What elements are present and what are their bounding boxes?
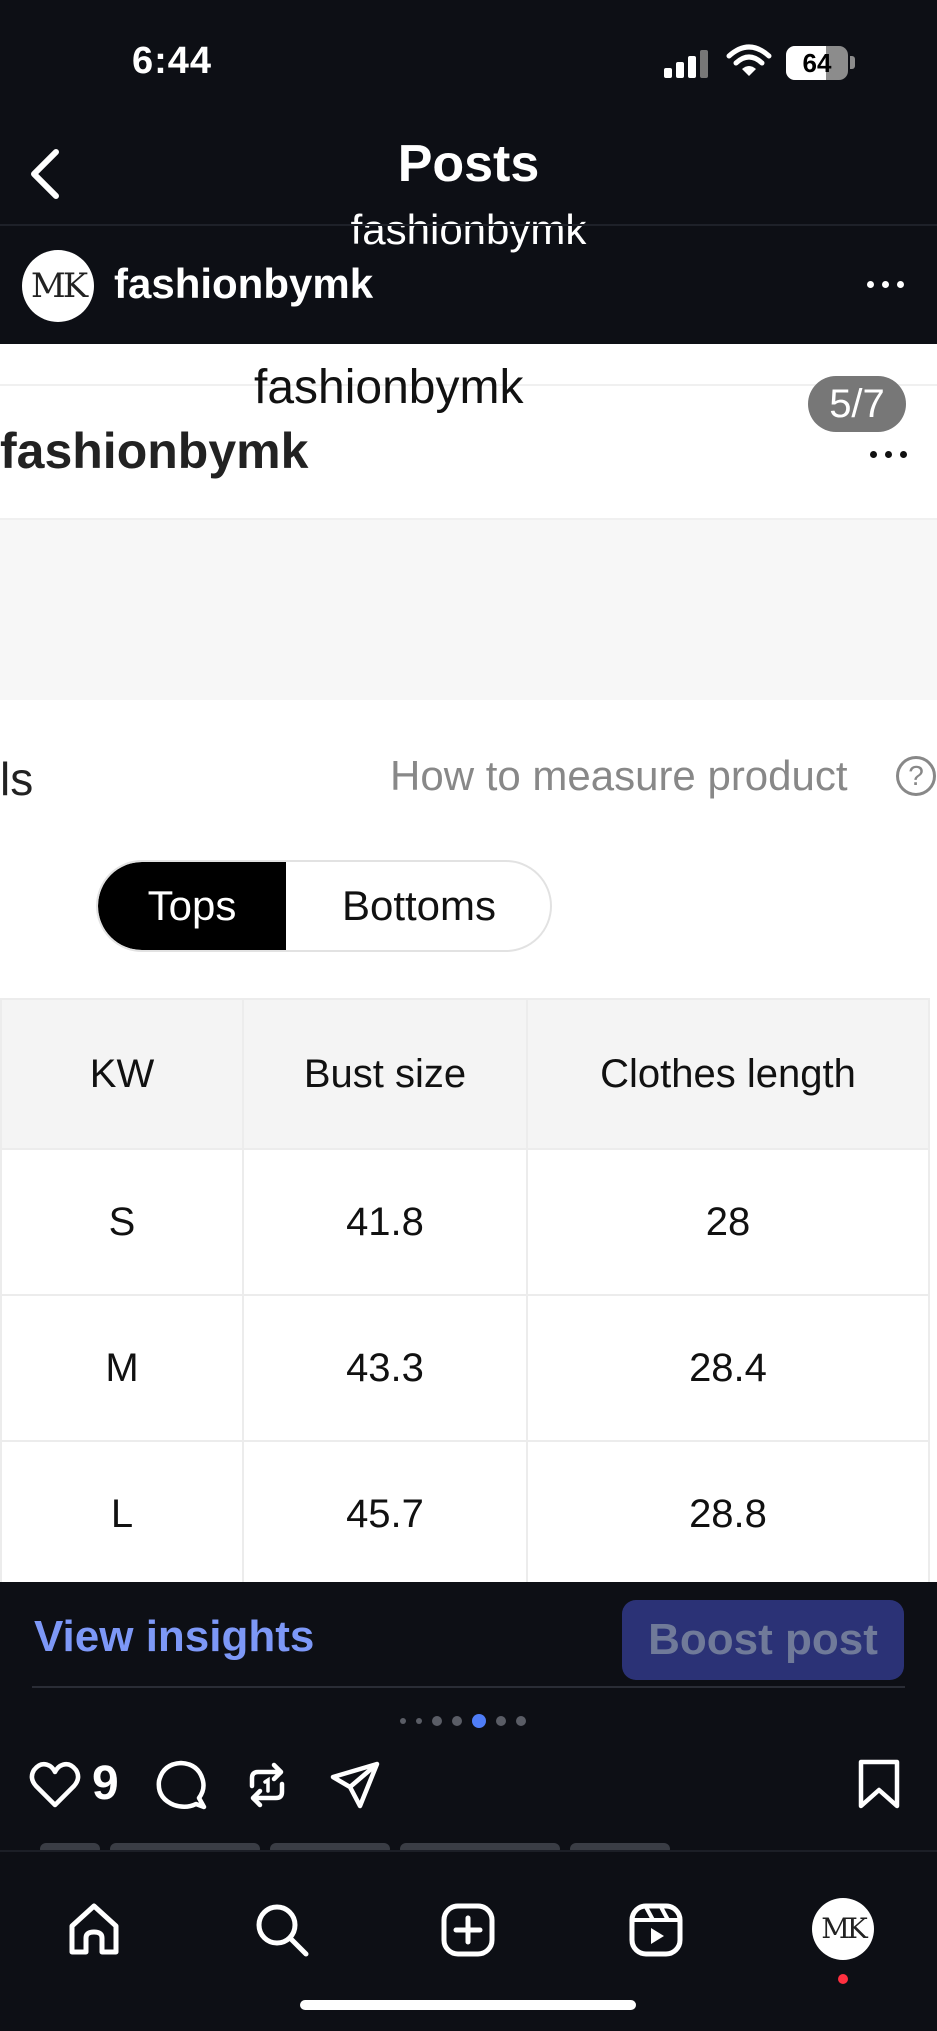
wifi-icon — [726, 44, 772, 76]
home-icon[interactable] — [64, 1900, 124, 1960]
size-table: KW Bust size Clothes length S 41.8 28 M … — [0, 998, 930, 1582]
home-indicator — [300, 2000, 636, 2010]
size-category-toggle: Tops Bottoms — [96, 860, 552, 952]
header-bust-size: Bust size — [242, 998, 528, 1150]
image-username-left: fashionbymk — [0, 423, 309, 479]
post-username[interactable]: fashionbymk — [114, 260, 373, 308]
notification-dot — [838, 1974, 848, 1984]
carousel-dot — [516, 1716, 526, 1726]
header-kw: KW — [0, 998, 244, 1150]
header-clothes-length: Clothes length — [526, 998, 930, 1150]
tab-bottoms: Bottoms — [341, 882, 497, 929]
post-image[interactable]: fashionbymk fashionbymk 5/7 ls How to me… — [0, 344, 937, 1582]
bookmark-icon[interactable] — [852, 1758, 906, 1812]
battery-nub — [850, 56, 855, 69]
table-row: L 45.7 28.8 — [0, 1440, 930, 1582]
carousel-dot — [496, 1716, 506, 1726]
share-icon[interactable] — [328, 1758, 382, 1812]
status-time: 6:44 — [132, 40, 213, 82]
carousel-dot — [452, 1716, 462, 1726]
status-bar: 6:44 64 — [0, 0, 937, 120]
more-options-icon[interactable] — [865, 278, 907, 292]
view-insights-link[interactable]: View insights — [34, 1612, 314, 1662]
slide-counter: 5/7 — [808, 376, 906, 432]
table-cell: 43.3 — [242, 1294, 528, 1442]
image-more-icon — [868, 448, 910, 462]
table-cell: 28 — [526, 1148, 930, 1296]
measure-link: How to measure product — [390, 752, 848, 799]
carousel-dot — [416, 1718, 422, 1724]
carousel-dots — [400, 1714, 540, 1728]
image-gray-band — [0, 520, 937, 700]
carousel-dot-active — [472, 1714, 486, 1728]
page-title: Posts — [397, 135, 540, 193]
cellular-signal-icon — [664, 48, 712, 78]
table-row: S 41.8 28 — [0, 1148, 930, 1296]
section-title: ls — [0, 753, 34, 805]
battery-percent: 64 — [802, 48, 832, 78]
tab-tops: Tops — [98, 862, 286, 950]
table-cell: S — [0, 1148, 244, 1296]
header-divider — [0, 224, 937, 226]
image-username-center: fashionbymk — [254, 361, 524, 414]
heart-icon[interactable] — [28, 1758, 82, 1812]
comment-icon[interactable] — [154, 1758, 208, 1812]
table-cell: 45.7 — [242, 1440, 528, 1582]
insights-divider — [32, 1686, 905, 1688]
table-cell: L — [0, 1440, 244, 1582]
boost-post-button[interactable]: Boost post — [622, 1600, 904, 1680]
table-cell: 28.4 — [526, 1294, 930, 1442]
table-cell: 41.8 — [242, 1148, 528, 1296]
battery-icon: 64 — [786, 46, 848, 80]
help-icon: ? — [896, 756, 936, 796]
profile-avatar[interactable]: MK — [812, 1898, 874, 1960]
like-count[interactable]: 9 — [92, 1756, 119, 1811]
insights-bar: View insights Boost post — [0, 1582, 937, 1692]
table-cell: M — [0, 1294, 244, 1442]
table-header-row: KW Bust size Clothes length — [0, 998, 930, 1150]
table-cell: 28.8 — [526, 1440, 930, 1582]
avatar[interactable]: MK — [22, 250, 94, 322]
post-actions: 9 — [0, 1750, 937, 1820]
search-icon[interactable] — [252, 1900, 312, 1960]
create-icon[interactable] — [438, 1900, 498, 1960]
table-row: M 43.3 28.4 — [0, 1294, 930, 1442]
carousel-dot — [432, 1716, 442, 1726]
repost-icon[interactable] — [240, 1758, 294, 1812]
carousel-dot — [400, 1718, 406, 1724]
reels-icon[interactable] — [626, 1900, 686, 1960]
post-header: MK fashionbymk — [0, 240, 937, 340]
